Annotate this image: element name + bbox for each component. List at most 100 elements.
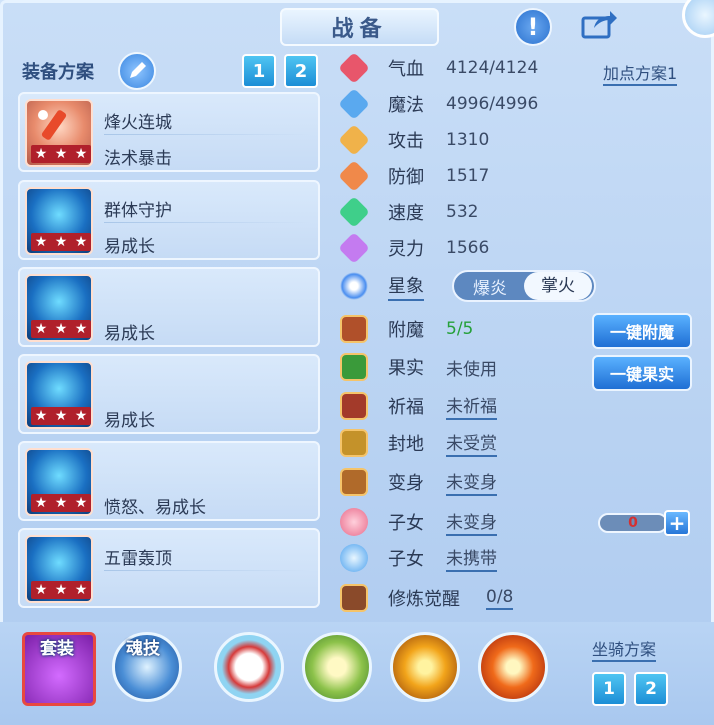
child-counter: 0 — [598, 513, 668, 533]
stat-value: 1310 — [446, 130, 490, 150]
slot-divider — [104, 570, 310, 571]
fruit-value: 未使用 — [446, 359, 497, 380]
equipment-icon-helmet: ★ ★ ★ — [25, 187, 93, 255]
star-rating: ★ ★ ★ — [31, 320, 91, 338]
stat-label: 攻击 — [388, 131, 424, 152]
child-transform-value[interactable]: 未变身 — [446, 508, 497, 536]
equipment-slot-6[interactable]: ★ ★ ★ 五雷轰顶 — [18, 528, 320, 608]
star-option-palm-fire[interactable]: 掌火 — [524, 272, 592, 300]
stat-value: 4124/4124 — [446, 58, 539, 78]
bless-row: 祈福 未祈福 — [340, 391, 497, 421]
spirit-icon — [338, 232, 370, 264]
stat-value: 1517 — [446, 166, 490, 186]
cultivation-value[interactable]: 0/8 — [486, 587, 514, 610]
fruit-row: 果实 未使用 — [340, 352, 497, 382]
star-sign-icon — [340, 272, 368, 300]
equipment-plan-title: 装备方案 — [22, 62, 94, 83]
mana-icon — [338, 88, 370, 120]
stat-attack: 攻击 1310 — [338, 124, 490, 156]
equipment-slot-4[interactable]: ★ ★ ★ 易成长 — [18, 354, 320, 434]
bless-value[interactable]: 未祈福 — [446, 392, 497, 420]
fiefdom-row: 封地 未受赏 — [340, 428, 497, 458]
stat-label: 气血 — [388, 59, 424, 80]
enchant-label: 附魔 — [388, 320, 424, 341]
equipment-plan-tab-2[interactable]: 2 — [284, 54, 318, 88]
equipment-slot-1[interactable]: ★ ★ ★ 烽火连城 法术暴击 — [18, 92, 320, 172]
stat-value: 1566 — [446, 238, 490, 258]
one-click-enchant-button[interactable]: 一键附魔 — [592, 313, 692, 349]
stat-defense: 防御 1517 — [338, 160, 490, 192]
transform-row: 变身 未变身 — [340, 467, 497, 497]
equipment-slot-3[interactable]: ★ ★ ★ 易成长 — [18, 267, 320, 347]
panel-title: 战备 — [280, 8, 439, 46]
slot-name: 五雷轰顶 — [104, 549, 172, 569]
stat-hp: 气血 4124/4124 — [338, 52, 539, 84]
bless-icon — [340, 392, 368, 420]
child-transform-row: 子女 未变身 — [340, 507, 497, 537]
slot-effect: 法术暴击 — [104, 149, 172, 169]
slot-name: 烽火连城 — [104, 113, 172, 133]
star-rating: ★ ★ ★ — [31, 581, 91, 599]
help-icon[interactable]: ! — [514, 8, 552, 46]
equipment-icon-necklace: ★ ★ ★ — [25, 361, 93, 429]
sword-icon — [338, 124, 370, 156]
share-icon[interactable] — [580, 8, 618, 40]
skill-orb-fire-swirl-icon[interactable] — [390, 632, 460, 702]
mount-plan-tab-1[interactable]: 1 — [592, 672, 626, 706]
slot-effect: 易成长 — [104, 237, 155, 257]
fiefdom-value[interactable]: 未受赏 — [446, 429, 497, 457]
stat-label: 速度 — [388, 203, 424, 224]
equipment-icon-belt: ★ ★ ★ — [25, 448, 93, 516]
stat-label: 魔法 — [388, 95, 424, 116]
skill-orb-flame-icon[interactable] — [478, 632, 548, 702]
child-carry-row: 子女 未携带 — [340, 543, 497, 573]
fiefdom-gate-icon — [340, 429, 368, 457]
slot-divider — [104, 222, 310, 223]
star-rating: ★ ★ ★ — [31, 407, 91, 425]
stat-value: 532 — [446, 202, 479, 222]
transform-value[interactable]: 未变身 — [446, 468, 497, 496]
stat-label: 灵力 — [388, 239, 424, 260]
child-label: 子女 — [388, 549, 424, 570]
star-option-blaze[interactable]: 爆炎 — [456, 274, 524, 299]
mount-plan-tab-2[interactable]: 2 — [634, 672, 668, 706]
slot-effect: 愤怒、易成长 — [104, 498, 206, 518]
child-carry-value[interactable]: 未携带 — [446, 544, 497, 572]
meditation-icon — [340, 584, 368, 612]
attribute-plan-link[interactable]: 加点方案1 — [603, 60, 678, 86]
fruit-label: 果实 — [388, 358, 424, 379]
enchant-value: 5/5 — [446, 319, 474, 339]
child-label: 子女 — [388, 513, 424, 534]
soul-skill-label: 魂技 — [126, 639, 160, 659]
equipment-plan-tab-1[interactable]: 1 — [242, 54, 276, 88]
fruit-icon — [340, 353, 368, 381]
skill-orb-nature-icon[interactable] — [302, 632, 372, 702]
enchant-row: 附魔 5/5 — [340, 314, 473, 344]
transform-label: 变身 — [388, 473, 424, 494]
slot-effect: 易成长 — [104, 324, 155, 344]
edit-pencil-icon[interactable] — [118, 52, 156, 90]
star-rating: ★ ★ ★ — [31, 145, 91, 163]
enchant-icon — [340, 315, 368, 343]
slot-effect: 易成长 — [104, 411, 155, 431]
skill-orb-crimson-icon[interactable] — [214, 632, 284, 702]
stat-speed: 速度 532 — [338, 196, 479, 228]
star-sign-label[interactable]: 星象 — [388, 272, 424, 301]
stat-value: 4996/4996 — [446, 94, 539, 114]
cultivation-label: 修炼觉醒 — [388, 589, 460, 610]
add-child-button[interactable]: + — [664, 510, 690, 536]
equipment-slot-5[interactable]: ★ ★ ★ 愤怒、易成长 — [18, 441, 320, 521]
transform-icon — [340, 468, 368, 496]
speed-icon — [338, 196, 370, 228]
mount-plan-label: 坐骑方案 — [592, 636, 657, 662]
slot-divider — [104, 134, 310, 135]
slot-name: 群体守护 — [104, 201, 172, 221]
paw-icon — [340, 544, 368, 572]
stat-spirit: 灵力 1566 — [338, 232, 490, 264]
heart-icon — [338, 52, 370, 84]
star-sign-toggle[interactable]: 爆炎 掌火 — [452, 270, 596, 302]
star-rating: ★ ★ ★ — [31, 494, 91, 512]
one-click-fruit-button[interactable]: 一键果实 — [592, 355, 692, 391]
child-face-icon — [340, 508, 368, 536]
equipment-slot-2[interactable]: ★ ★ ★ 群体守护 易成长 — [18, 180, 320, 260]
